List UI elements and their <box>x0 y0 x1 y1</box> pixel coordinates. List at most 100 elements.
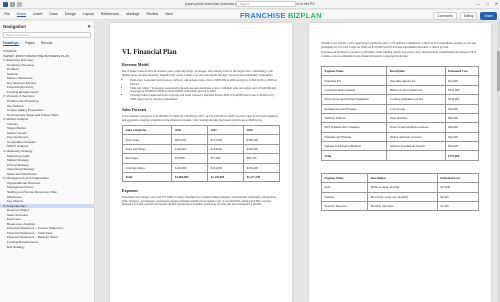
bullet-item: Pizza sales: Generated from in-store, de… <box>130 78 280 86</box>
table-cell: $1,277,290 <box>243 171 280 183</box>
comments-button[interactable]: Comments <box>433 12 457 20</box>
table-cell: $84,700 <box>243 153 280 164</box>
navigation-title: Navigation <box>3 24 27 29</box>
tab-review[interactable]: Review <box>146 12 158 17</box>
sales-forecast-heading: Sales Forecast <box>122 107 147 112</box>
table-header-cell: 2028 <box>243 124 280 136</box>
table-cell: Point-of-sale hardware software <box>386 122 446 133</box>
tab-layout[interactable]: Layout <box>83 12 94 17</box>
table-header-cell: Expense Name <box>320 172 369 184</box>
table-cell: $350,000 <box>444 84 480 96</box>
table-cell: Dining and front-of-house <box>386 131 446 143</box>
share-button[interactable]: Share <box>480 12 497 20</box>
table-cell: Monthly allocation <box>367 200 438 212</box>
maximize-icon[interactable]: □ <box>486 1 488 6</box>
table-row: Rent Prime location, monthly $15,000 <box>320 182 480 193</box>
table-row: Franchise Fee One-time upfront fee $25,000 <box>320 75 480 86</box>
minimize-icon[interactable]: — <box>476 1 480 6</box>
table-cell: Pizza Sales <box>121 134 173 145</box>
ribbon-menu: File Home Insert Draw Design Layout Refe… <box>0 10 500 20</box>
table-row: Refrigeration and Freezers Cold storage $4… <box>320 103 480 114</box>
table-header-cell: 2027 <box>207 124 245 136</box>
table-cell: Pizza Ovens and Kitchen Equipment <box>320 94 388 105</box>
table-cell: Catering Orders <box>121 162 173 173</box>
tab-file[interactable]: File <box>4 12 10 17</box>
table-cell: Refrigeration and Freezers <box>320 103 388 114</box>
table-cell: Total <box>320 150 388 161</box>
table-header-row: Expense Name Description Estimated Cost <box>320 65 480 77</box>
document-page-2: Variable costs include a 23% targeted pr… <box>309 23 491 302</box>
tab-design[interactable]: Design <box>65 12 76 17</box>
tab-insert[interactable]: Insert <box>33 12 42 17</box>
table-cell: Outdoor branding and install <box>386 140 446 152</box>
table-cell: $786,500 <box>243 134 280 145</box>
table-cell: $65,000 <box>444 140 480 152</box>
table-cell: Sides and Wings <box>121 143 173 155</box>
navigation-search-input[interactable]: Search document <box>3 32 91 38</box>
table-cell: Total <box>121 171 173 183</box>
revenue-bullets: Pizza sales: Generated from in-store, de… <box>130 78 280 101</box>
document-page-1: VI. Financial Plan Revenue Model Our rev… <box>110 23 292 302</box>
table-header-cell: Expense Name <box>320 65 388 77</box>
table-header-cell: 2026 <box>171 124 209 136</box>
variable-costs-text: Variable costs include a 23% targeted pr… <box>321 41 477 49</box>
table-cell: $715,000 <box>207 134 245 145</box>
close-icon[interactable]: ✕ <box>495 1 498 6</box>
table-cell: $25,000 <box>444 75 480 86</box>
table-cell: Rent <box>320 182 369 193</box>
tab-view[interactable]: View <box>165 12 173 17</box>
tab-references[interactable]: References <box>101 12 119 17</box>
table-row: POS Systems and Computers Point-of-sale h… <box>320 122 480 133</box>
table-cell: Prime location, monthly <box>367 182 438 193</box>
table-cell: $60,000 <box>444 112 480 124</box>
table-row: Signage and Exterior Buildout Outdoor bra… <box>320 140 480 152</box>
table-row: Pizza Sales $650,000 $715,000 $786,500 <box>121 134 280 145</box>
table-cell: Build-out and construction <box>386 84 446 96</box>
document-area[interactable]: VI. Financial Plan Revenue Model Our rev… <box>96 21 500 302</box>
table-header-cell: Sales Categories <box>121 124 173 136</box>
expenses-heading: Expenses <box>122 188 138 194</box>
table-cell: Franchise Fee <box>320 75 388 86</box>
table-cell: $1,000,000 <box>171 171 209 183</box>
tab-headings[interactable]: Headings <box>3 41 19 46</box>
tab-home[interactable]: Home <box>16 12 27 17</box>
table-cell: One-time upfront fee <box>386 75 446 86</box>
table-cell: Cold storage <box>386 103 446 114</box>
table-row: Total $775,000 <box>320 150 480 161</box>
table-cell: $140,000 <box>171 143 209 155</box>
table-header-cell: Estimated Cost <box>436 172 480 184</box>
table-row: Sides and Wings $140,000 $154,000 $169,400 <box>121 143 280 155</box>
table-header-row: Sales Categories 2026 2027 2028 <box>121 124 280 136</box>
tab-draw[interactable]: Draw <box>49 12 57 17</box>
table-cell: $1,120,000 <box>207 171 245 183</box>
tab-mailings[interactable]: Mailings <box>126 12 139 17</box>
tab-results[interactable]: Results <box>41 41 53 46</box>
table-row: Pizza Ovens and Kitchen Equipment Cooking… <box>320 94 480 105</box>
close-navigation-icon[interactable]: ✕ <box>87 24 91 30</box>
navigation-pane: Navigation ✕ Search document Headings Pa… <box>0 21 95 302</box>
table-header-cell: Description <box>386 65 446 77</box>
tab-pages[interactable]: Pages <box>25 41 35 46</box>
editing-mode-button[interactable]: Editing <box>459 12 478 20</box>
table-row: Delivery Vehicles Fleet purchase $60,000 <box>320 112 480 124</box>
table-cell: Fleet purchase <box>386 112 446 124</box>
section-title: VI. Financial Plan <box>122 48 177 56</box>
expense-management-text: Expenses are managed to preserve profita… <box>321 50 477 58</box>
brand-logo: FRANCHISE BIZPLAN <box>240 11 322 20</box>
table-cell: $70,000 <box>171 153 209 164</box>
table-row: Leasehold Improvements Build-out and cons… <box>320 84 480 96</box>
table-cell: $15,000 <box>436 182 480 193</box>
table-row: Beverages $70,000 $77,000 $84,700 <box>121 153 280 164</box>
table-cell: Furniture and Fixtures <box>320 131 388 143</box>
navigation-header: Navigation ✕ <box>0 21 94 31</box>
ribbon-actions: Comments Editing Share <box>433 12 497 20</box>
table-cell: $169,400 <box>243 143 280 155</box>
nav-heading-item[interactable]: Exit Strategy <box>0 245 94 250</box>
table-cell: Cooking equipment pitches <box>386 94 446 105</box>
table-row: Utilities Electricity, water, gas, monthl… <box>320 191 480 202</box>
title-bar: paper-prime-franchise-business-plan.docx… <box>0 0 500 9</box>
search-box[interactable]: Search <box>236 1 296 7</box>
sales-forecast-text: Total revenue is projected at $1,000,000… <box>122 114 278 122</box>
table-cell: Beverages <box>121 153 173 164</box>
menu-tabs: File Home Insert Draw Design Layout Refe… <box>0 12 173 17</box>
